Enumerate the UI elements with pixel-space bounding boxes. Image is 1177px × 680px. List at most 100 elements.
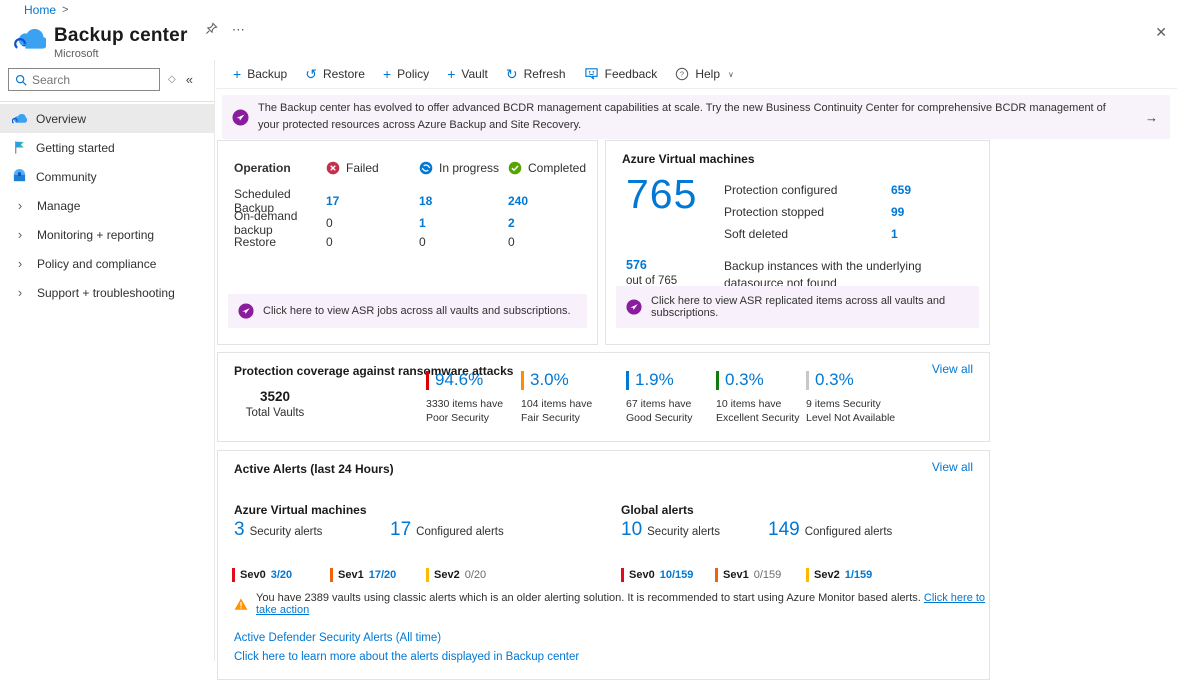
group-title-vm: Azure Virtual machines — [234, 503, 367, 517]
refresh-icon: ↻ — [506, 67, 518, 81]
sidebar: ◇ « Overview Getting started — [0, 60, 215, 661]
refresh-button[interactable]: ↻ Refresh — [497, 60, 575, 88]
stat-label: 67 items have Good Security — [626, 397, 718, 425]
bcdr-notification-banner[interactable]: The Backup center has evolved to offer a… — [222, 95, 1170, 139]
sidebar-item-label: Support + troubleshooting — [37, 286, 175, 300]
sev-value-link[interactable]: 17/20 — [369, 569, 397, 581]
in-progress-count-link[interactable]: 1 — [419, 216, 508, 230]
sidebar-item-monitoring-reporting[interactable]: › Monitoring + reporting — [0, 220, 214, 249]
sev0-stat[interactable]: Sev0 3/20 — [232, 568, 292, 582]
completed-count-link[interactable]: 240 — [508, 194, 588, 208]
asr-jobs-notice-text: Click here to view ASR jobs across all v… — [263, 305, 571, 317]
sev-color-bar — [806, 568, 809, 582]
restore-button[interactable]: ↺ Restore — [296, 60, 374, 88]
defender-alerts-link[interactable]: Active Defender Security Alerts (All tim… — [234, 630, 579, 647]
in-progress-count-link[interactable]: 18 — [419, 194, 508, 208]
sev-value-link[interactable]: 3/20 — [271, 569, 292, 581]
filter-diamond-icon[interactable]: ◇ — [168, 74, 176, 85]
view-all-link[interactable]: View all — [932, 362, 973, 376]
sev-name: Sev1 — [723, 569, 749, 581]
classic-alerts-warning: You have 2389 vaults using classic alert… — [234, 592, 989, 616]
sev-value-link[interactable]: 1/159 — [845, 569, 873, 581]
pin-icon[interactable] — [205, 22, 218, 35]
table-row: Scheduled Backup 17 18 240 — [234, 187, 587, 209]
vm-total-count[interactable]: 765 — [626, 171, 697, 218]
sev-name: Sev2 — [814, 569, 840, 581]
security-stat-not-available[interactable]: 0.3% 9 items Security Level Not Availabl… — [806, 370, 902, 425]
sev2-stat[interactable]: Sev2 1/159 — [806, 568, 872, 582]
chevron-right-icon: › — [12, 227, 28, 242]
stat-label: 10 items have Excellent Security — [716, 397, 808, 425]
page-header: Backup center ⋯ Microsoft — [14, 22, 245, 60]
sidebar-item-getting-started[interactable]: Getting started — [0, 133, 214, 162]
sev1-stat[interactable]: Sev1 17/20 — [330, 568, 396, 582]
search-box[interactable] — [8, 68, 160, 91]
asr-replicated-notice[interactable]: Click here to view ASR replicated items … — [616, 286, 979, 328]
sev-name: Sev0 — [629, 569, 655, 581]
warning-icon — [234, 597, 248, 611]
configured-alerts-count[interactable]: 17 Configured alerts — [390, 519, 504, 541]
group-title-global: Global alerts — [621, 503, 694, 517]
count-value: 10 — [621, 519, 642, 541]
asr-icon — [238, 303, 254, 319]
sev-name: Sev0 — [240, 569, 266, 581]
stat-label: 3330 items have Poor Security — [426, 397, 518, 425]
completed-icon — [508, 161, 522, 175]
sidebar-item-label: Manage — [37, 199, 80, 213]
collapse-sidebar-icon[interactable]: « — [186, 72, 193, 87]
count-label: Security alerts — [647, 526, 720, 538]
completed-count-link[interactable]: 2 — [508, 216, 588, 230]
stat-value-link[interactable]: 99 — [891, 205, 904, 219]
security-stat-poor[interactable]: 94.6% 3330 items have Poor Security — [426, 370, 522, 425]
sev1-stat[interactable]: Sev1 0/159 — [715, 568, 781, 582]
sev-value: 0/159 — [754, 569, 782, 581]
stat-color-bar — [716, 371, 719, 390]
security-stat-good[interactable]: 1.9% 67 items have Good Security — [626, 370, 722, 425]
restore-button-label: Restore — [323, 67, 365, 81]
overview-cloud-icon — [12, 111, 27, 126]
sidebar-item-overview[interactable]: Overview — [0, 104, 214, 133]
stat-value-link[interactable]: 1 — [891, 227, 898, 241]
close-icon[interactable]: ✕ — [1155, 24, 1167, 41]
stat-label: 9 items Security Level Not Available — [806, 397, 898, 425]
sidebar-divider — [0, 101, 214, 102]
backup-button[interactable]: + Backup — [224, 60, 296, 88]
security-stat-fair[interactable]: 3.0% 104 items have Fair Security — [521, 370, 617, 425]
sidebar-item-manage[interactable]: › Manage — [0, 191, 214, 220]
datasource-value-link[interactable]: 576 — [626, 258, 677, 272]
sev-color-bar — [426, 568, 429, 582]
sidebar-item-policy-compliance[interactable]: › Policy and compliance — [0, 249, 214, 278]
vm-stat-row: Protection stopped 99 — [724, 201, 976, 223]
policy-button[interactable]: + Policy — [374, 60, 438, 88]
sidebar-item-label: Monitoring + reporting — [37, 228, 154, 242]
asr-jobs-notice[interactable]: Click here to view ASR jobs across all v… — [228, 294, 587, 328]
sev-value-link[interactable]: 10/159 — [660, 569, 694, 581]
configured-alerts-count[interactable]: 149 Configured alerts — [768, 519, 892, 541]
security-stat-excellent[interactable]: 0.3% 10 items have Excellent Security — [716, 370, 812, 425]
stat-percent: 0.3% — [815, 370, 854, 390]
sidebar-item-community[interactable]: Community — [0, 162, 214, 191]
feedback-button[interactable]: Feedback — [575, 60, 667, 88]
sidebar-item-support-troubleshooting[interactable]: › Support + troubleshooting — [0, 278, 214, 307]
search-input[interactable] — [32, 73, 142, 87]
vault-button[interactable]: + Vault — [438, 60, 497, 88]
arrow-right-icon[interactable]: → — [1145, 110, 1158, 125]
learn-more-link[interactable]: Click here to learn more about the alert… — [234, 649, 579, 666]
sev0-stat[interactable]: Sev0 10/159 — [621, 568, 693, 582]
help-button[interactable]: ? Help ∨ — [666, 60, 743, 88]
announcement-icon — [232, 109, 249, 126]
help-icon: ? — [675, 67, 689, 81]
sev2-stat[interactable]: Sev2 0/20 — [426, 568, 486, 582]
view-all-link[interactable]: View all — [932, 460, 973, 474]
security-alerts-count[interactable]: 10 Security alerts — [621, 519, 720, 541]
stat-value-link[interactable]: 659 — [891, 183, 911, 197]
sev-name: Sev1 — [338, 569, 364, 581]
card-title: Azure Virtual machines — [622, 152, 755, 166]
breadcrumb-home-link[interactable]: Home — [24, 3, 56, 17]
failed-count-link[interactable]: 17 — [326, 194, 419, 208]
column-in-progress: In progress — [419, 161, 508, 175]
security-alerts-count[interactable]: 3 Security alerts — [234, 519, 322, 541]
more-options-icon[interactable]: ⋯ — [232, 22, 245, 38]
backup-center-icon — [14, 26, 46, 52]
sidebar-item-label: Overview — [36, 112, 86, 126]
